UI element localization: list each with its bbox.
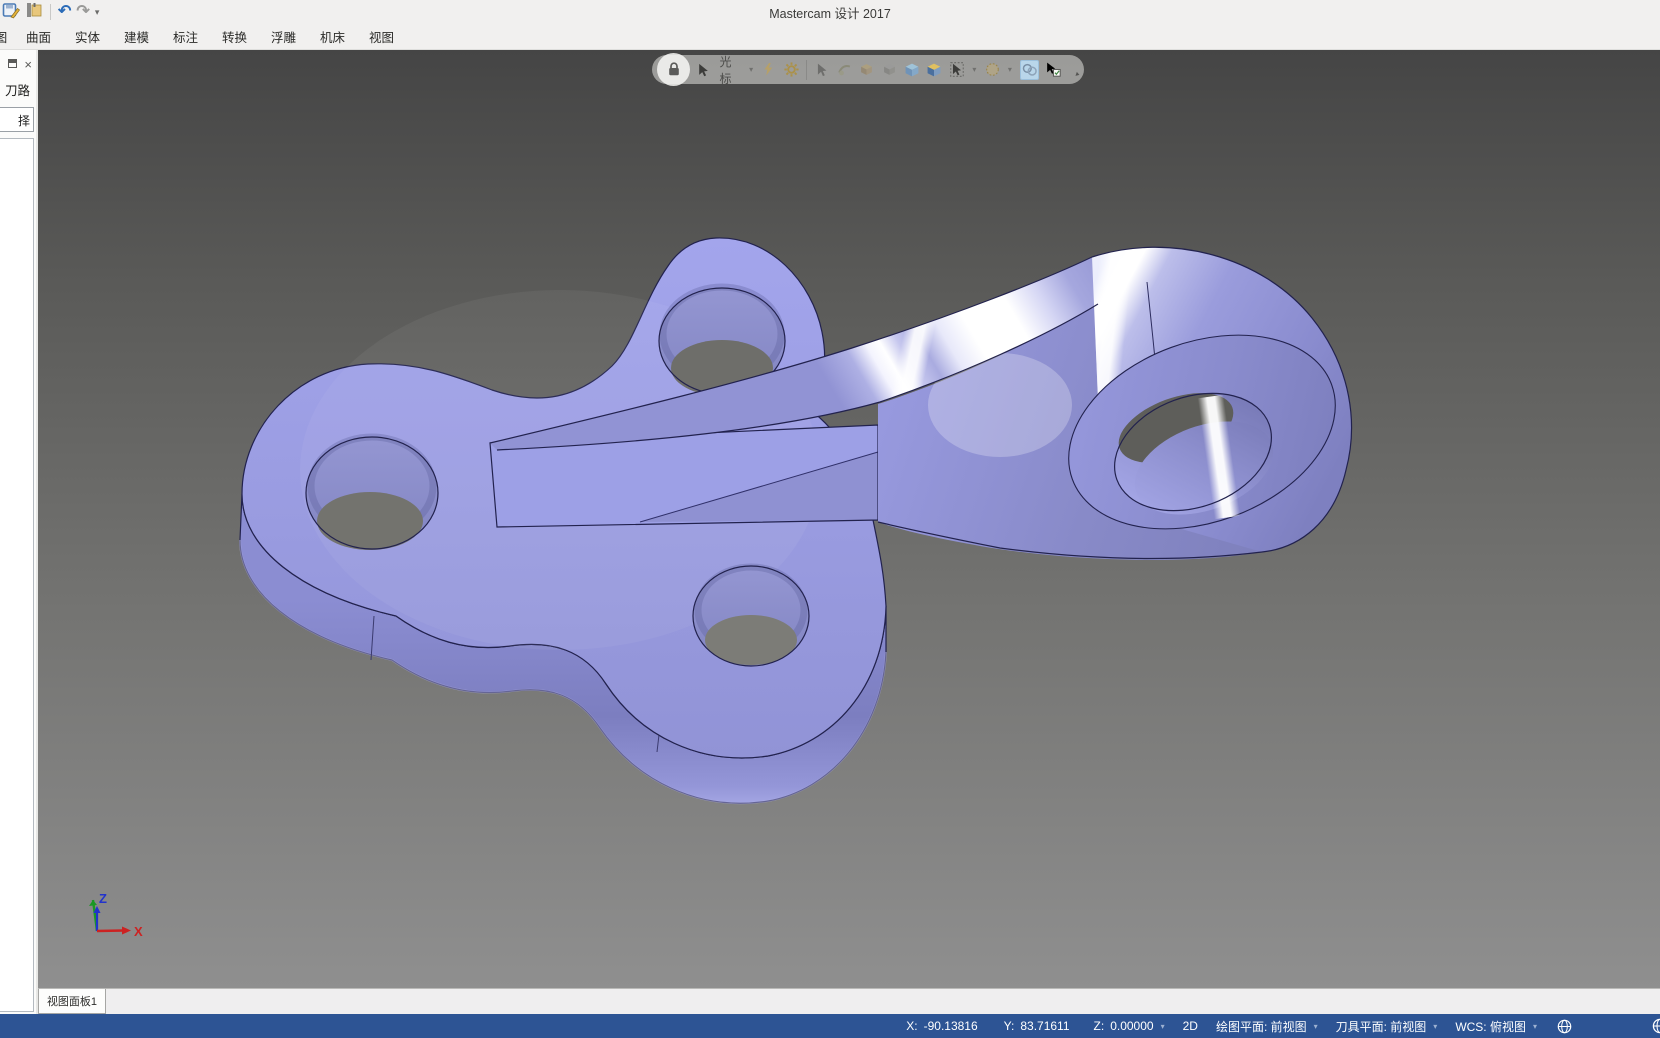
tab-art[interactable]: 浮雕: [259, 27, 308, 46]
panel-filter-input[interactable]: 择: [0, 107, 34, 132]
selection-toolbar: 光标 ▾ ▾ ▾: [652, 53, 1084, 87]
ribbon-menu-bar: 图 曲面 实体 建模 标注 转换 浮雕 机床 视图: [0, 24, 1660, 50]
tab-model-prep[interactable]: 建模: [112, 27, 161, 46]
toolbar-separator: [806, 59, 807, 80]
analyze-toggle-icon[interactable]: [1019, 59, 1040, 80]
coord-z-value: 0.00000: [1110, 1019, 1154, 1033]
main-area: × 刀路 择 光标 ▾ ▾ ▾ Z X 视图面板1: [0, 50, 1660, 1014]
globe-icon: [1557, 1019, 1572, 1033]
plate-hole-left: [305, 433, 439, 550]
grid-pattern-dropdown[interactable]: ▾: [1008, 65, 1012, 74]
globe-button-2[interactable]: [1652, 1018, 1660, 1034]
solid-cube-icon[interactable]: [904, 60, 919, 80]
pick-entity-icon[interactable]: [836, 60, 851, 80]
toolpaths-panel: × 刀路 择: [0, 50, 38, 1014]
globe-icon: [1652, 1018, 1660, 1034]
tab-drafting[interactable]: 标注: [161, 27, 210, 46]
cursor-select-icon[interactable]: [696, 60, 711, 80]
tab-wireframe[interactable]: 图: [0, 27, 14, 46]
mode-2d-toggle[interactable]: 2D: [1183, 1019, 1198, 1033]
lock-button[interactable]: [657, 53, 690, 86]
pick-arrow-icon[interactable]: [814, 60, 829, 80]
globe-button[interactable]: [1557, 1019, 1572, 1034]
title-bar: ↶ ↷ ▾ Mastercam 设计 2017: [0, 0, 1660, 24]
gear-icon[interactable]: [784, 60, 799, 80]
lock-icon: [668, 62, 679, 76]
toolpaths-panel-tab[interactable]: 刀路: [5, 80, 30, 99]
wcs-dropdown-icon: ▾: [1532, 1021, 1537, 1031]
z-dropdown-icon: ▾: [1160, 1021, 1165, 1031]
coord-x-value: -90.13816: [923, 1019, 978, 1033]
coord-x: X: -90.13816: [906, 1019, 978, 1033]
tab-solids[interactable]: 实体: [63, 27, 112, 46]
application-window: ↶ ↷ ▾ Mastercam 设计 2017 图 曲面 实体 建模 标注 转换…: [0, 0, 1660, 1038]
rotate-icon[interactable]: [1069, 60, 1084, 80]
view-sheet-tabs: 视图面板1: [38, 988, 1660, 1014]
tab-surfaces[interactable]: 曲面: [14, 27, 63, 46]
lightning-icon[interactable]: [761, 60, 776, 80]
cursor-mode-dropdown[interactable]: ▾: [749, 65, 753, 74]
tab-view[interactable]: 视图: [357, 27, 406, 46]
cplane-dropdown-icon: ▾: [1313, 1021, 1318, 1031]
axis-z-label: Z: [99, 891, 107, 906]
wcs-selector[interactable]: WCS: 俯视图 ▾: [1455, 1018, 1537, 1035]
tab-machine[interactable]: 机床: [308, 27, 357, 46]
status-bar: X: -90.13816 Y: 83.71611 Z: 0.00000 ▾ 2D…: [0, 1014, 1660, 1038]
grid-pattern-icon[interactable]: [984, 60, 999, 80]
panel-list[interactable]: [0, 138, 34, 1012]
3d-model-part[interactable]: Z X: [38, 50, 1660, 988]
plate-hole-bottom: [692, 563, 810, 667]
cursor-target-dropdown[interactable]: ▾: [972, 65, 976, 74]
pin-icon[interactable]: [8, 59, 18, 68]
coord-y: Y: 83.71611: [1003, 1019, 1070, 1033]
pick-body-icon[interactable]: [881, 60, 896, 80]
cplane-selector[interactable]: 绘图平面: 前视图 ▾: [1216, 1018, 1318, 1035]
cursor-mode-label[interactable]: 光标: [719, 53, 740, 87]
coord-y-value: 83.71611: [1020, 1019, 1070, 1033]
pick-face-icon[interactable]: [859, 60, 874, 80]
axis-gnomon: Z X: [89, 891, 143, 939]
axis-x-label: X: [134, 924, 143, 939]
tplane-dropdown-icon: ▾: [1433, 1021, 1438, 1031]
coord-z[interactable]: Z: 0.00000 ▾: [1094, 1019, 1165, 1033]
tab-transform[interactable]: 转换: [210, 27, 259, 46]
graphics-viewport[interactable]: 光标 ▾ ▾ ▾ Z X: [38, 50, 1660, 988]
window-title: Mastercam 设计 2017: [769, 7, 891, 21]
tplane-selector[interactable]: 刀具平面: 前视图 ▾: [1336, 1018, 1438, 1035]
close-icon[interactable]: ×: [24, 57, 32, 72]
multi-cube-icon[interactable]: [926, 60, 941, 80]
view-sheet-tab-1[interactable]: 视图面板1: [38, 989, 106, 1014]
cursor-check-icon[interactable]: [1046, 60, 1062, 80]
cursor-target-icon[interactable]: [949, 60, 964, 80]
